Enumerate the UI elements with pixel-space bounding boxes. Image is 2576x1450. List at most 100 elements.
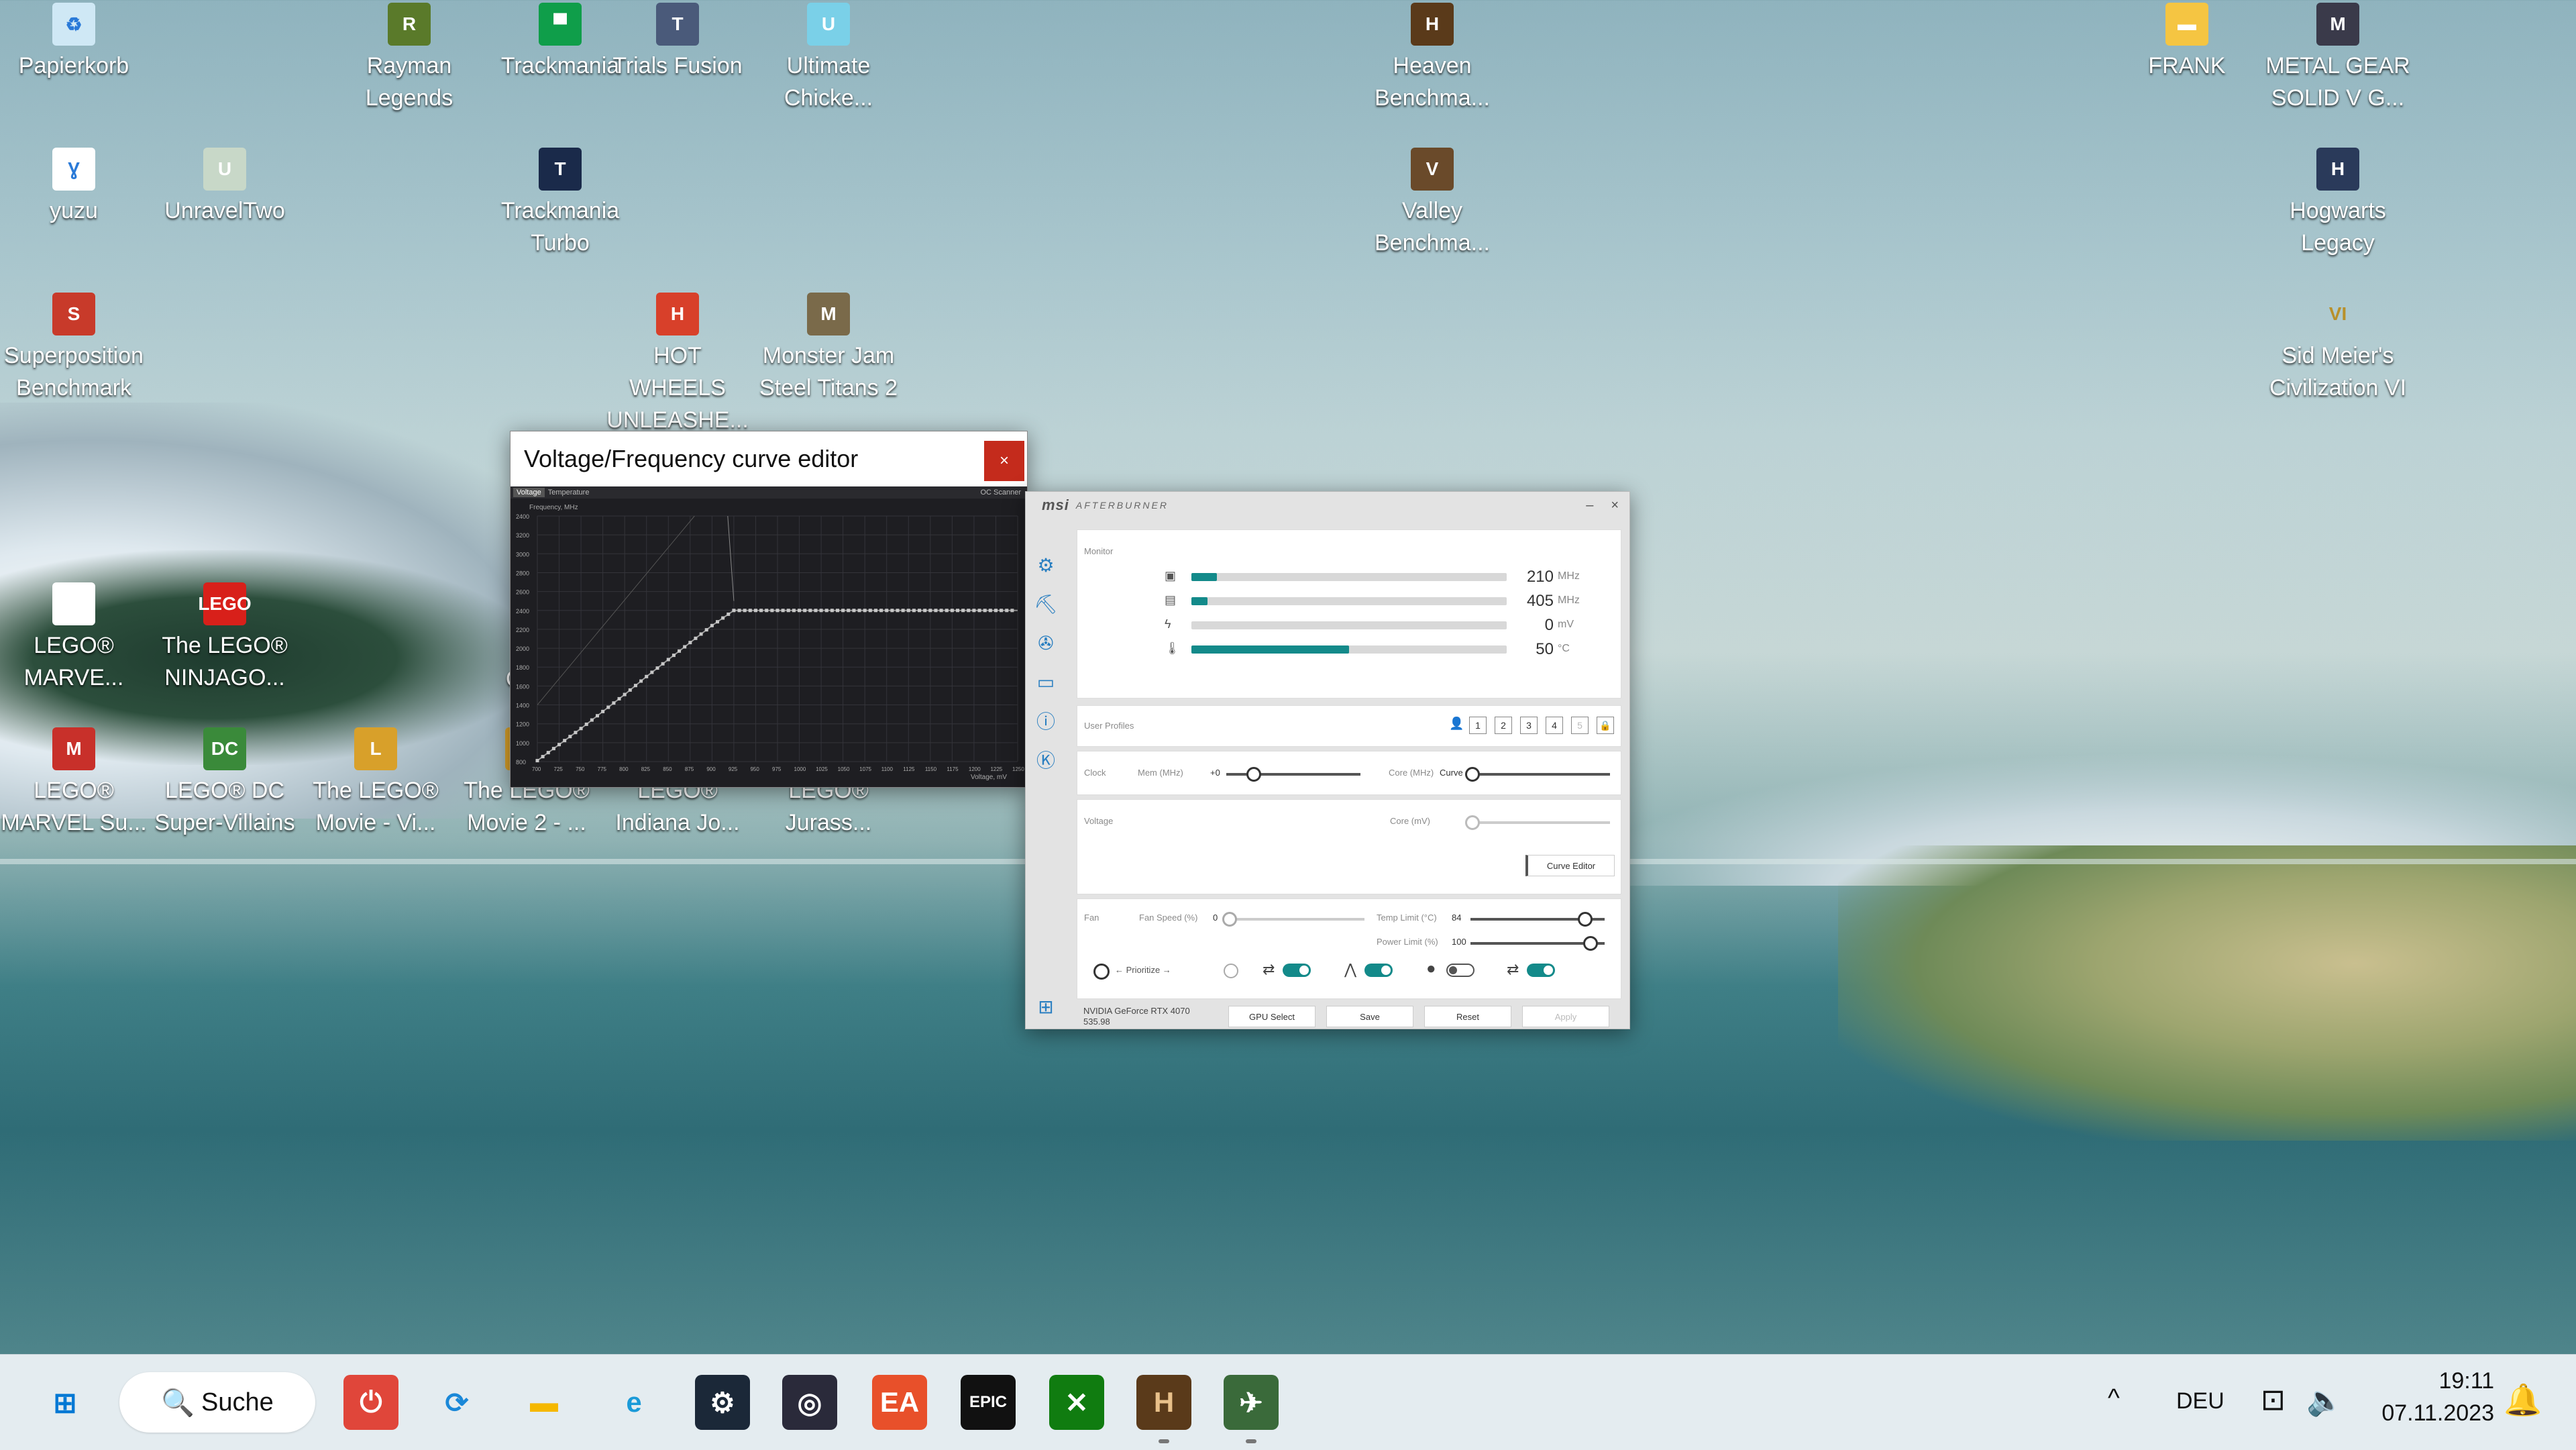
vf-curve-point[interactable] — [574, 731, 578, 735]
vf-curve-point[interactable] — [617, 696, 621, 701]
vf-curve-point[interactable] — [694, 636, 698, 640]
vf-curve-chart[interactable]: 2400 3200 3000 2800 2600 2400 2200 2000 1800 1600… — [511, 499, 1027, 787]
vf-curve-point[interactable] — [623, 692, 627, 696]
input-language[interactable]: DEU — [2176, 1388, 2224, 1414]
vf-curve-point[interactable] — [721, 616, 725, 620]
info-icon[interactable]: ⓘ — [1026, 701, 1066, 740]
afterburner-window[interactable]: msi AFTERBURNER – × ⚙ ⛏ ✇ ▭ ⓘ Ⓚ ⊞ Monito… — [1025, 491, 1630, 1029]
vf-curve-point[interactable] — [972, 609, 976, 613]
vf-curve-point[interactable] — [661, 662, 665, 666]
vf-curve-point[interactable] — [956, 609, 959, 613]
taskbar-app-edge[interactable]: e — [606, 1375, 661, 1430]
vf-curve-point[interactable] — [814, 609, 818, 613]
profile-slot-4[interactable]: 4 — [1546, 717, 1563, 734]
vf-curve-point[interactable] — [1005, 609, 1009, 613]
apply-button[interactable]: Apply — [1522, 1006, 1609, 1027]
vf-curve-point[interactable] — [819, 609, 823, 613]
tab-voltage[interactable]: Voltage — [513, 488, 545, 497]
vf-curve-point[interactable] — [857, 609, 861, 613]
vf-curve-point[interactable] — [727, 612, 731, 616]
vf-curve-point[interactable] — [988, 609, 992, 613]
taskbar-app-explorer[interactable]: ▬ — [517, 1375, 572, 1430]
desktop-icon[interactable]: ♻ Papierkorb — [0, 3, 148, 82]
settings-gear-icon[interactable]: ⚙ — [1026, 546, 1066, 584]
desktop-icon[interactable]: Ɣyuzu — [0, 148, 148, 227]
profile-slot-5[interactable]: 5 — [1571, 717, 1589, 734]
curve-editor-titlebar[interactable]: Voltage/Frequency curve editor × — [511, 431, 1027, 486]
core-clock-slider[interactable] — [1465, 767, 1610, 782]
vf-curve-point[interactable] — [994, 609, 998, 613]
prioritize-radio-temp[interactable] — [1224, 964, 1238, 978]
profile-slot-2[interactable]: 2 — [1495, 717, 1512, 734]
mem-clock-slider[interactable] — [1226, 767, 1360, 782]
vf-curve-point[interactable] — [601, 709, 605, 713]
vf-curve-point[interactable] — [655, 666, 659, 670]
vf-curve-point[interactable] — [699, 632, 703, 636]
vf-curve-point[interactable] — [628, 688, 632, 692]
desktop-icon[interactable]: VI Sid Meier's Civilization VI — [2264, 293, 2412, 404]
vf-curve-point[interactable] — [852, 609, 856, 613]
vf-curve-point[interactable] — [639, 679, 643, 683]
taskbar-app-epic[interactable]: EPIC — [961, 1375, 1016, 1430]
vf-curve-point[interactable] — [803, 609, 807, 613]
vf-curve-point[interactable] — [977, 609, 981, 613]
vf-curve-point[interactable] — [868, 609, 872, 613]
vf-curve-point[interactable] — [934, 609, 938, 613]
taskbar-app-steam[interactable]: ⚙ — [695, 1375, 750, 1430]
vf-curve-point[interactable] — [961, 609, 965, 613]
vf-curve-point[interactable] — [683, 645, 687, 649]
vf-curve-point[interactable] — [879, 609, 883, 613]
start-button[interactable]: ⊞ — [38, 1375, 93, 1430]
taskbar-app-xbox[interactable]: ✕ — [1049, 1375, 1104, 1430]
vf-curve-point[interactable] — [770, 609, 774, 613]
vf-curve-point[interactable] — [584, 722, 588, 726]
fan-curve-toggle[interactable] — [1364, 964, 1393, 977]
desktop-icon[interactable]: ▬ FRANK — [2113, 3, 2261, 82]
vf-curve-point[interactable] — [743, 609, 747, 613]
desktop-icon[interactable]: T Trackmania Turbo — [486, 148, 634, 259]
vf-curve-point[interactable] — [579, 727, 583, 731]
prioritize-radio[interactable] — [1093, 964, 1110, 980]
vf-curve-point[interactable] — [792, 609, 796, 613]
desktop-icon[interactable]: M LEGO® MARVEL Su... — [0, 727, 148, 839]
profile-slot-1[interactable]: 1 — [1469, 717, 1487, 734]
vf-curve-point[interactable] — [645, 674, 649, 678]
desktop-icon[interactable]: DC LEGO® DC Super-Villains — [151, 727, 299, 839]
vf-curve-point[interactable] — [650, 670, 654, 674]
power-limit-slider[interactable] — [1470, 936, 1605, 951]
sync-toggle[interactable] — [1283, 964, 1311, 977]
vf-curve-point[interactable] — [716, 620, 719, 624]
user-define-toggle[interactable] — [1446, 964, 1474, 977]
vf-curve-point[interactable] — [901, 609, 905, 613]
vf-curve-point[interactable] — [568, 735, 572, 739]
show-hidden-icons-chevron[interactable]: ^ — [2108, 1384, 2120, 1413]
vf-curve-point[interactable] — [557, 743, 561, 747]
vf-curve-point[interactable] — [612, 701, 616, 705]
desktop-icon[interactable]: LEGO The LEGO® NINJAGO... — [151, 582, 299, 694]
vf-curve-point[interactable] — [841, 609, 845, 613]
desktop-icon[interactable]: L The LEGO® Movie - Vi... — [302, 727, 449, 839]
vf-curve-point[interactable] — [551, 747, 555, 751]
vf-curve-point[interactable] — [824, 609, 828, 613]
network-icon[interactable]: ⊡ — [2261, 1383, 2286, 1417]
vf-curve-point[interactable] — [633, 684, 637, 688]
vf-curve-point[interactable] — [918, 609, 922, 613]
desktop-icon[interactable]: V Valley Benchma... — [1358, 148, 1506, 259]
vf-curve-point[interactable] — [765, 609, 769, 613]
vf-curve-point[interactable] — [847, 609, 851, 613]
taskbar-app-sync[interactable]: ⟳ — [429, 1375, 484, 1430]
vf-curve-point[interactable] — [798, 609, 802, 613]
volume-icon[interactable]: 🔈 — [2306, 1383, 2343, 1418]
vf-curve-point[interactable] — [732, 609, 736, 613]
desktop-icon[interactable]: H Heaven Benchma... — [1358, 3, 1506, 114]
vf-curve-point[interactable] — [863, 609, 867, 613]
notification-bell-icon[interactable]: 🔔 — [2504, 1382, 2542, 1418]
vf-curve-point[interactable] — [906, 609, 910, 613]
apply-startup-toggle[interactable] — [1527, 964, 1555, 977]
vf-curve-point[interactable] — [546, 751, 550, 755]
vf-curve-point[interactable] — [890, 609, 894, 613]
curve-editor-button[interactable]: Curve Editor — [1525, 855, 1615, 876]
vf-curve-point[interactable] — [737, 609, 741, 613]
vf-curve-point[interactable] — [781, 609, 785, 613]
gpu-select-button[interactable]: GPU Select — [1228, 1006, 1316, 1027]
